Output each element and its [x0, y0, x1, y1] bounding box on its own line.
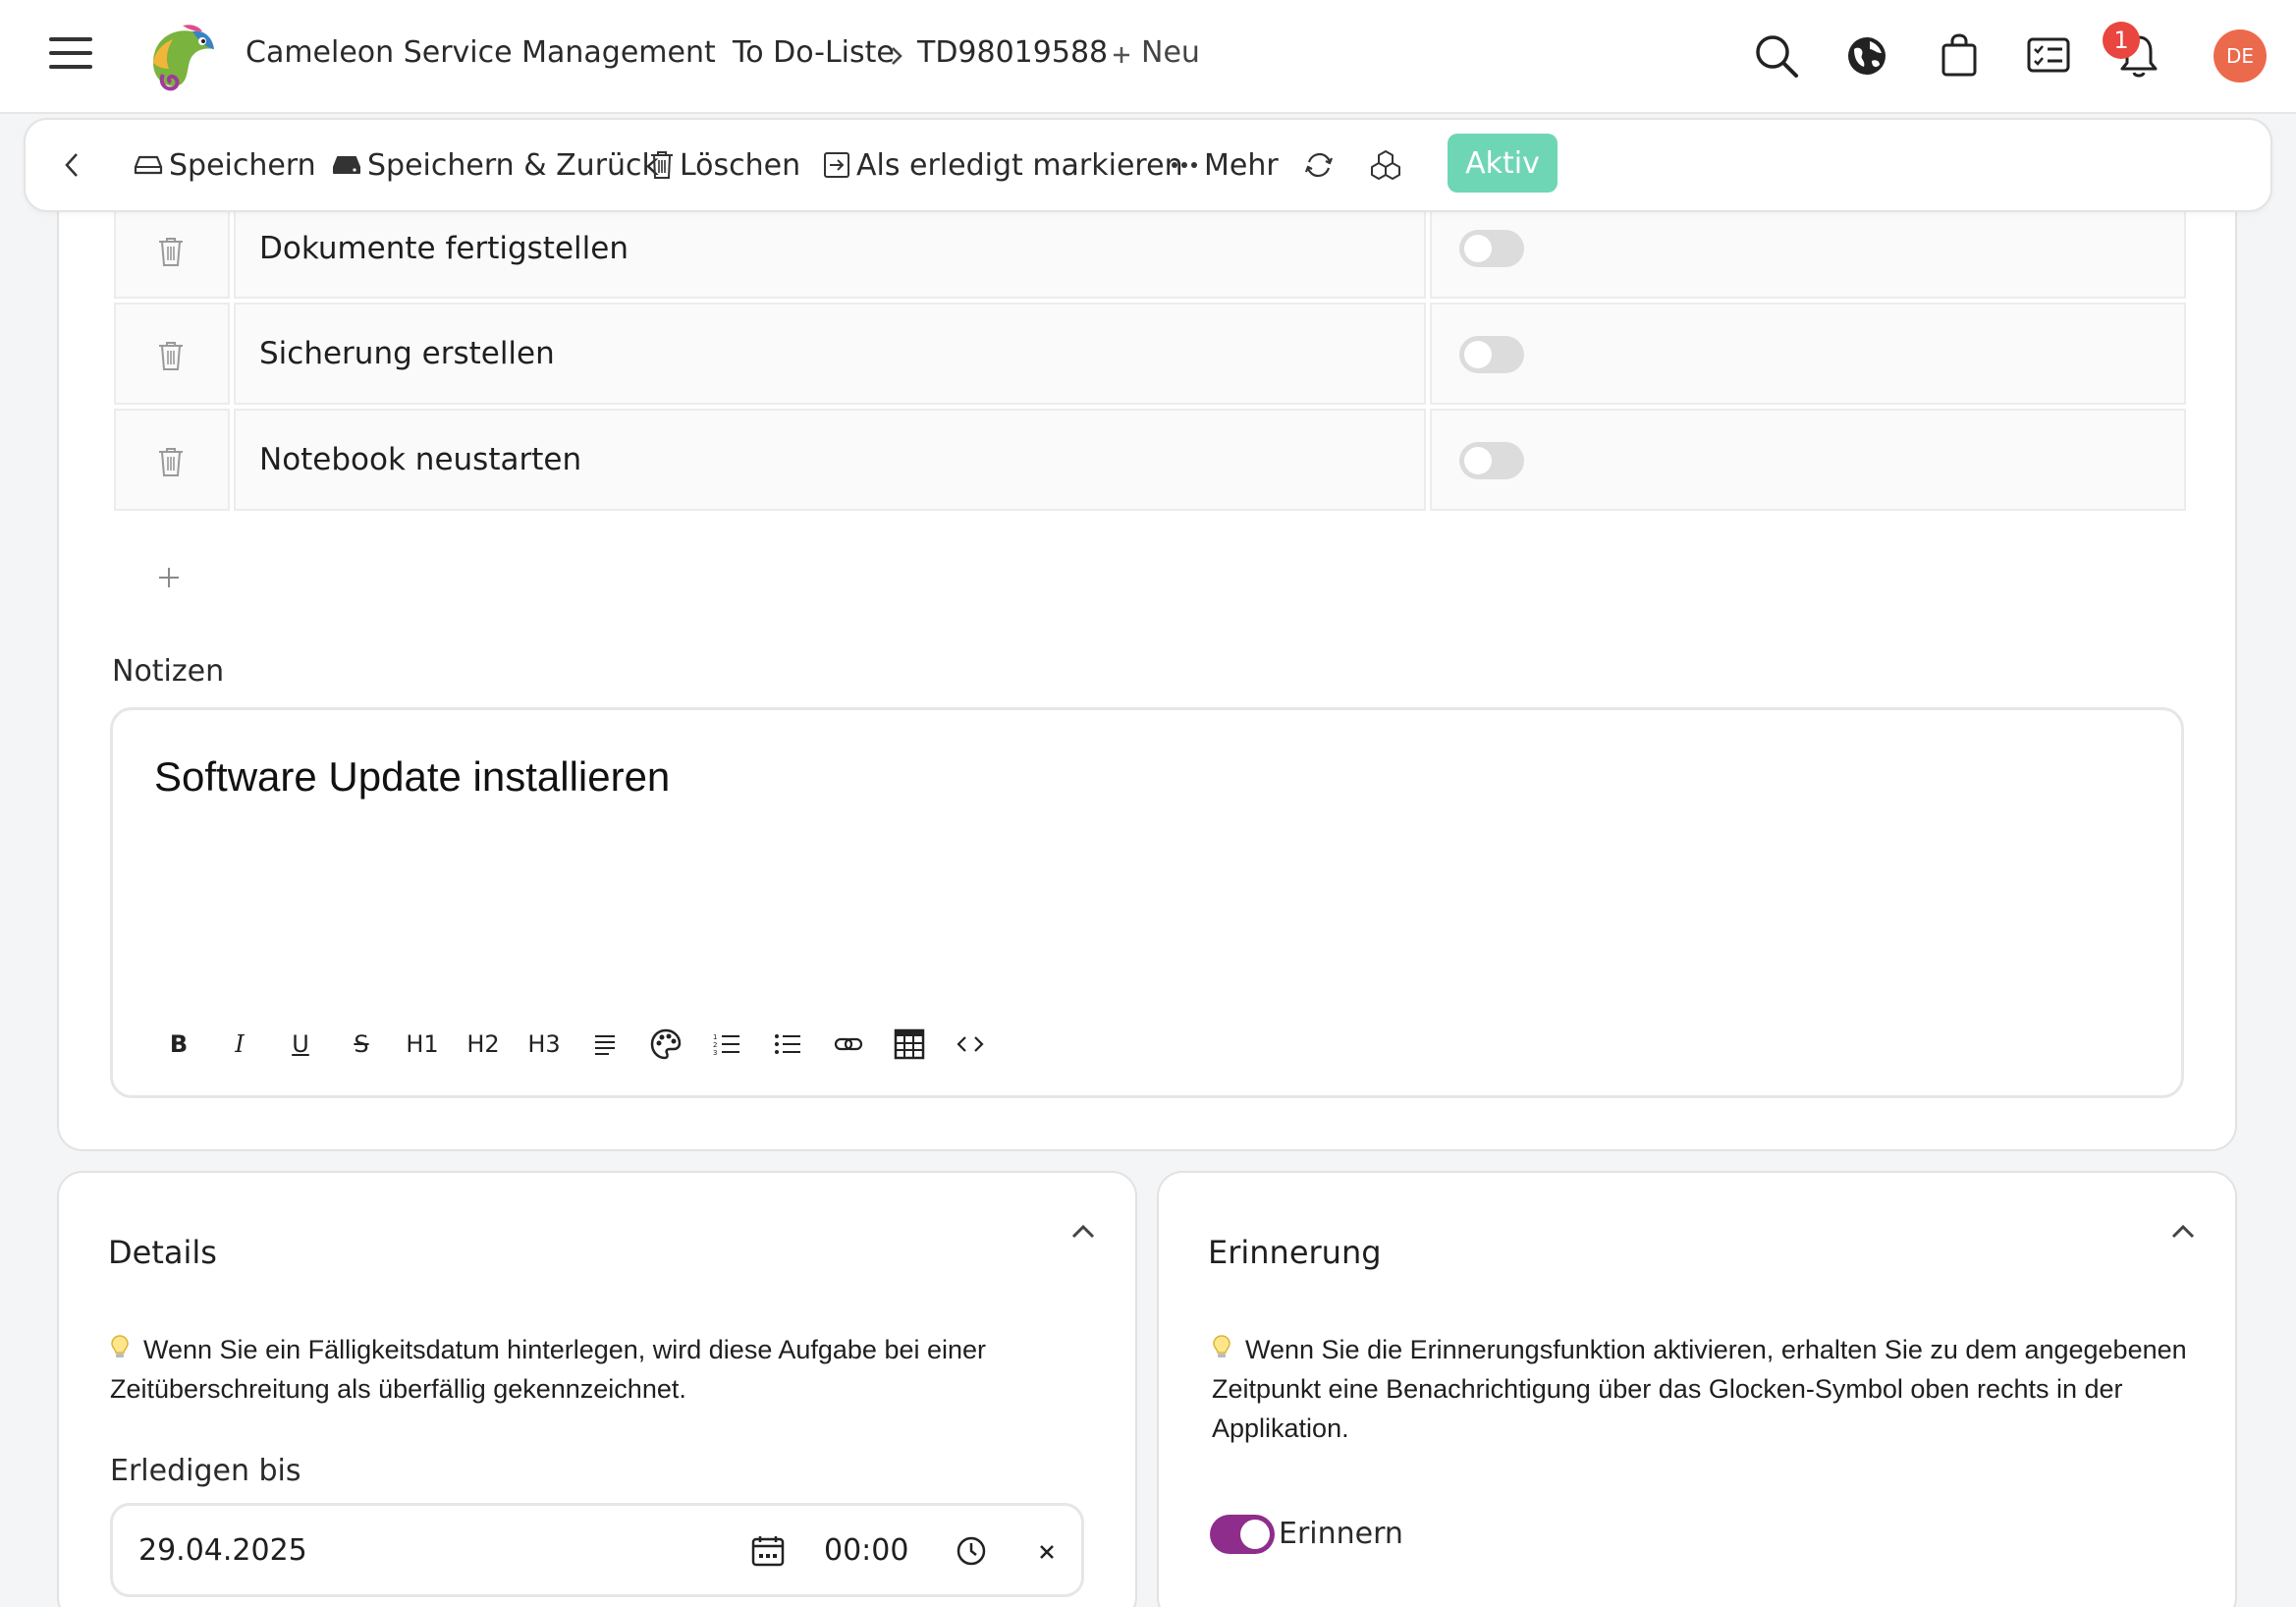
- done-toggle[interactable]: [1459, 336, 1524, 373]
- app-title[interactable]: Cameleon Service Management: [246, 35, 716, 70]
- save-back-label: Speichern & Zurück: [367, 147, 659, 183]
- top-bar: Cameleon Service Management To Do-Liste …: [0, 0, 2296, 114]
- list-item[interactable]: Notebook neustarten: [234, 409, 1426, 511]
- box-arrow-icon: [823, 151, 850, 179]
- add-item-plus-icon[interactable]: [157, 566, 181, 589]
- calendar-icon[interactable]: [751, 1535, 785, 1567]
- cubes-icon[interactable]: [1369, 120, 1402, 210]
- mark-done-label: Als erledigt markieren: [856, 147, 1183, 183]
- more-button[interactable]: Mehr: [1171, 120, 1279, 210]
- task-text[interactable]: Dokumente fertigstellen: [259, 200, 629, 297]
- heading1-button[interactable]: H1: [392, 1023, 453, 1066]
- clock-icon[interactable]: [956, 1535, 987, 1567]
- trash-icon[interactable]: [157, 236, 185, 267]
- collapse-chevron-icon[interactable]: [1070, 1224, 1096, 1240]
- trash-icon[interactable]: [157, 446, 185, 477]
- new-button[interactable]: Neu: [1141, 35, 1200, 70]
- link-icon[interactable]: [818, 1023, 879, 1066]
- heading2-button[interactable]: H2: [453, 1023, 514, 1066]
- trash-icon: [650, 150, 674, 180]
- back-chevron-icon[interactable]: [63, 120, 81, 210]
- save-button[interactable]: Speichern: [134, 120, 316, 210]
- shopping-bag-icon[interactable]: [1941, 33, 1978, 77]
- bold-button[interactable]: B: [148, 1023, 209, 1066]
- due-date-field[interactable]: 29.04.2025 00:00: [110, 1503, 1084, 1597]
- underline-button[interactable]: U: [270, 1023, 331, 1066]
- breadcrumb-chevron-icon: [890, 45, 903, 67]
- heading3-button[interactable]: H3: [514, 1023, 574, 1066]
- collapse-chevron-icon[interactable]: [2170, 1224, 2196, 1240]
- notes-label: Notizen: [112, 654, 225, 689]
- drive-filled-icon: [332, 154, 361, 176]
- avatar[interactable]: DE: [2214, 29, 2267, 83]
- svg-text:3: 3: [713, 1049, 717, 1056]
- remind-toggle[interactable]: [1210, 1515, 1275, 1554]
- globe-icon[interactable]: [1846, 35, 1887, 77]
- delete-row-cell: [114, 409, 230, 511]
- svg-text:1: 1: [713, 1033, 717, 1041]
- bullet-list-icon[interactable]: [757, 1023, 818, 1066]
- mark-done-button[interactable]: Als erledigt markieren: [823, 120, 1183, 210]
- trash-icon[interactable]: [157, 340, 185, 371]
- list-item[interactable]: Dokumente fertigstellen: [234, 198, 1426, 299]
- table-icon[interactable]: [879, 1023, 940, 1066]
- done-toggle-cell: [1430, 303, 2186, 405]
- action-toolbar: Speichern Speichern & Zurück Löschen Als…: [24, 118, 2272, 212]
- color-palette-icon[interactable]: [635, 1023, 696, 1066]
- task-text[interactable]: Notebook neustarten: [259, 411, 581, 509]
- done-toggle[interactable]: [1459, 230, 1524, 267]
- notes-editor[interactable]: Software Update installieren B I U S H1 …: [110, 707, 2184, 1098]
- editor-toolbar: B I U S H1 H2 H3 123: [148, 1023, 1001, 1066]
- plus-icon[interactable]: [1112, 45, 1131, 65]
- notes-content[interactable]: Software Update installieren: [154, 753, 670, 801]
- due-date-input[interactable]: 29.04.2025: [138, 1506, 307, 1594]
- remind-label[interactable]: Erinnern: [1279, 1517, 1403, 1551]
- done-toggle-cell: [1430, 409, 2186, 511]
- done-toggle[interactable]: [1459, 442, 1524, 479]
- drive-icon: [134, 154, 163, 176]
- due-label: Erledigen bis: [110, 1454, 301, 1488]
- breadcrumb-current: TD98019588: [917, 35, 1109, 70]
- svg-text:2: 2: [713, 1041, 717, 1049]
- breadcrumb-parent[interactable]: To Do-Liste: [733, 35, 895, 70]
- details-title: Details: [108, 1234, 217, 1271]
- more-label: Mehr: [1204, 147, 1279, 183]
- strikethrough-button[interactable]: S: [331, 1023, 392, 1066]
- italic-button[interactable]: I: [209, 1023, 270, 1066]
- reminder-card: Erinnerung Wenn Sie die Erinnerungsfunkt…: [1157, 1171, 2237, 1607]
- more-dots-icon: [1171, 161, 1198, 169]
- delete-button[interactable]: Löschen: [650, 120, 800, 210]
- refresh-icon[interactable]: [1304, 120, 1334, 210]
- details-hint: Wenn Sie ein Fälligkeitsdatum hinterlege…: [110, 1335, 987, 1404]
- details-card: Details Wenn Sie ein Fälligkeitsdatum hi…: [57, 1171, 1137, 1607]
- code-view-icon[interactable]: [940, 1023, 1001, 1066]
- clear-close-icon[interactable]: [1038, 1543, 1056, 1561]
- status-badge[interactable]: Aktiv: [1448, 134, 1558, 193]
- list-item[interactable]: Sicherung erstellen: [234, 303, 1426, 405]
- due-time-input[interactable]: 00:00: [824, 1506, 908, 1594]
- task-text[interactable]: Sicherung erstellen: [259, 305, 555, 403]
- ordered-list-icon[interactable]: 123: [696, 1023, 757, 1066]
- reminder-title: Erinnerung: [1208, 1234, 1382, 1271]
- chameleon-logo-icon[interactable]: [143, 20, 218, 94]
- align-text-icon[interactable]: [574, 1023, 635, 1066]
- save-label: Speichern: [169, 147, 316, 183]
- done-toggle-cell: [1430, 198, 2186, 299]
- hamburger-menu-icon[interactable]: [49, 35, 92, 71]
- delete-label: Löschen: [680, 147, 801, 183]
- delete-row-cell: [114, 198, 230, 299]
- notification-badge: 1: [2103, 22, 2140, 59]
- search-icon[interactable]: [1754, 33, 1799, 79]
- save-back-button[interactable]: Speichern & Zurück: [332, 120, 659, 210]
- reminder-hint: Wenn Sie die Erinnerungsfunktion aktivie…: [1212, 1335, 2187, 1443]
- checklist-card-icon[interactable]: [2027, 37, 2070, 73]
- delete-row-cell: [114, 303, 230, 405]
